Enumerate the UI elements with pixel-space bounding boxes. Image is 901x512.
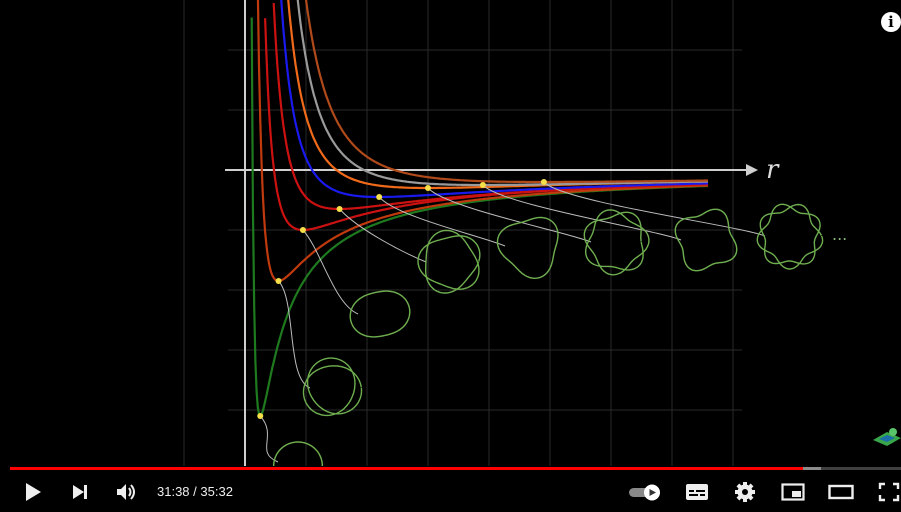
theater-mode-icon xyxy=(828,484,854,500)
orbit-shape xyxy=(756,203,824,270)
energy-curve xyxy=(296,0,708,187)
minimum-point xyxy=(275,278,282,284)
orbit-shape xyxy=(273,441,323,466)
current-time: 31:38 xyxy=(157,484,190,499)
energy-curve xyxy=(272,3,708,211)
miniplayer-button[interactable] xyxy=(780,472,806,512)
minimum-point xyxy=(376,194,383,200)
fullscreen-button[interactable] xyxy=(876,472,901,512)
orbit-shapes xyxy=(273,203,824,466)
settings-button[interactable] xyxy=(732,472,758,512)
info-icon[interactable]: i xyxy=(881,12,901,32)
total-time: 35:32 xyxy=(200,484,233,499)
energy-curve xyxy=(280,0,708,199)
minimum-point xyxy=(425,185,431,191)
control-bar: 31:38 / 35:32 xyxy=(0,472,901,512)
video-frame: r ... xyxy=(183,0,847,466)
ellipsis-text: ... xyxy=(832,225,847,244)
gear-icon xyxy=(735,482,755,502)
theater-mode-button[interactable] xyxy=(828,472,854,512)
orbit-shape xyxy=(496,216,559,280)
autoplay-toggle[interactable] xyxy=(628,472,664,512)
volume-button[interactable] xyxy=(114,472,140,512)
progress-played xyxy=(10,467,803,470)
progress-bar[interactable] xyxy=(10,466,901,471)
minimum-point xyxy=(479,182,486,188)
time-display: 31:38 / 35:32 xyxy=(157,472,233,512)
orbit-shape xyxy=(349,290,411,338)
energy-curve xyxy=(304,0,708,184)
fullscreen-icon xyxy=(878,482,899,502)
minimum-point xyxy=(336,206,343,212)
leader-line xyxy=(259,415,279,463)
time-separator: / xyxy=(189,484,201,499)
play-button[interactable] xyxy=(20,472,46,512)
subtitles-button[interactable] xyxy=(684,472,710,512)
x-axis-arrow xyxy=(746,164,758,176)
play-icon xyxy=(26,483,41,501)
miniplayer-icon xyxy=(781,483,805,501)
orbit-shape xyxy=(302,357,363,417)
autoplay-toggle-icon xyxy=(629,484,660,501)
minimum-point xyxy=(299,227,306,233)
next-icon xyxy=(73,485,87,499)
orbit-shape xyxy=(674,208,738,272)
next-button[interactable] xyxy=(68,472,92,512)
video-player[interactable]: r ... i 31:38 / 35:32 xyxy=(0,0,901,512)
orbit-shape xyxy=(417,229,481,294)
minimum-point xyxy=(257,413,264,419)
volume-icon xyxy=(117,484,135,500)
subtitles-icon xyxy=(686,484,708,500)
minimum-point xyxy=(540,179,547,185)
x-axis-label: r xyxy=(766,155,780,185)
channel-watermark-icon[interactable] xyxy=(871,424,901,448)
energy-curves xyxy=(250,0,709,418)
